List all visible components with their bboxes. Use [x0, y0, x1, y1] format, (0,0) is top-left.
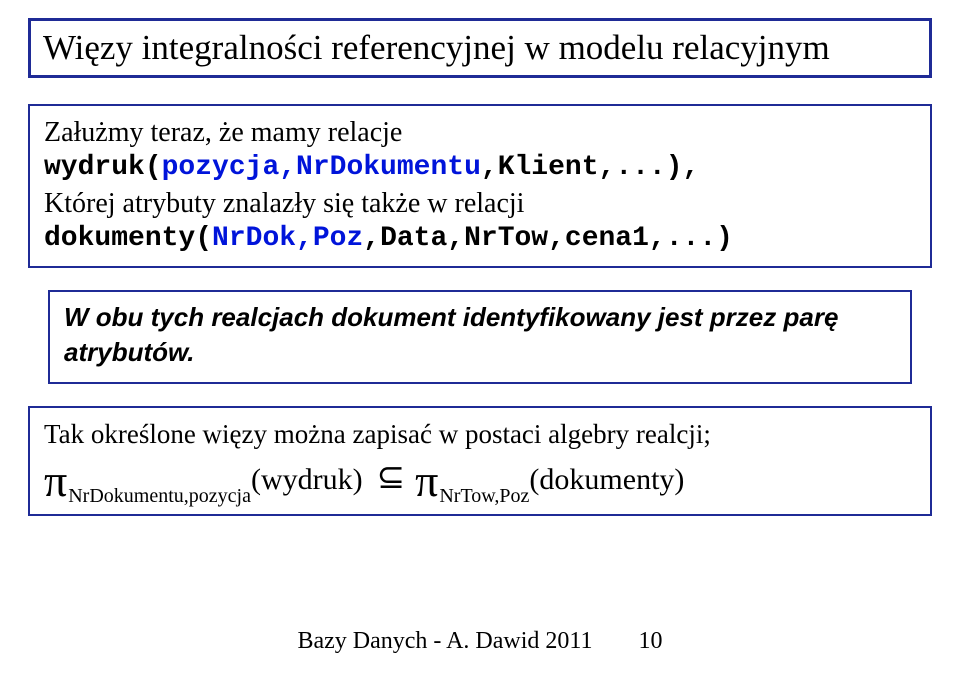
- code1a: wydruk(: [44, 152, 162, 183]
- pi-right: π NrTow,Poz: [415, 460, 529, 502]
- subset-symbol: ⊆: [377, 456, 406, 500]
- intro-text: Załużmy teraz, że mamy relacje: [44, 114, 916, 152]
- algebra-formula: π NrDokumentu,pozycja (wydruk) ⊆ π NrTow…: [44, 458, 916, 502]
- subscript-2: NrTow,Poz: [439, 486, 529, 506]
- sub-text: Której atrybuty znalazły się także w rel…: [44, 185, 916, 223]
- pi-symbol-1: π: [44, 460, 67, 502]
- page-number: 10: [639, 628, 663, 655]
- relations-box: Załużmy teraz, że mamy relacje wydruk(po…: [28, 104, 932, 268]
- footer-text: Bazy Danych - A. Dawid 2011: [297, 628, 592, 654]
- identification-box: W obu tych realcjach dokument identyfiko…: [48, 290, 912, 384]
- footer: Bazy Danych - A. Dawid 2011 10: [0, 628, 960, 655]
- subscript-1: NrDokumentu,pozycja: [68, 486, 251, 506]
- slide-title-box: Więzy integralności referencyjnej w mode…: [28, 18, 932, 78]
- arg-2: (dokumenty): [529, 458, 684, 502]
- algebra-intro: Tak określone więzy można zapisać w post…: [44, 416, 916, 452]
- code2c: ,Data,NrTow,cena1,...): [363, 223, 733, 254]
- pi-symbol-2: π: [415, 460, 438, 502]
- pi-left: π NrDokumentu,pozycja: [44, 460, 251, 502]
- arg-1: (wydruk): [251, 458, 363, 502]
- code1b: pozycja,NrDokumentu: [162, 152, 481, 183]
- relation-dokumenty: dokumenty(NrDok,Poz,Data,NrTow,cena1,...…: [44, 223, 916, 254]
- code2b: NrDok,Poz: [212, 223, 363, 254]
- slide-title: Więzy integralności referencyjnej w mode…: [43, 27, 917, 69]
- identification-box-wrap: W obu tych realcjach dokument identyfiko…: [28, 290, 932, 384]
- relation-wydruk: wydruk(pozycja,NrDokumentu,Klient,...),: [44, 152, 916, 183]
- code1c: ,Klient,...),: [481, 152, 699, 183]
- code2a: dokumenty(: [44, 223, 212, 254]
- algebra-box: Tak określone więzy można zapisać w post…: [28, 406, 932, 516]
